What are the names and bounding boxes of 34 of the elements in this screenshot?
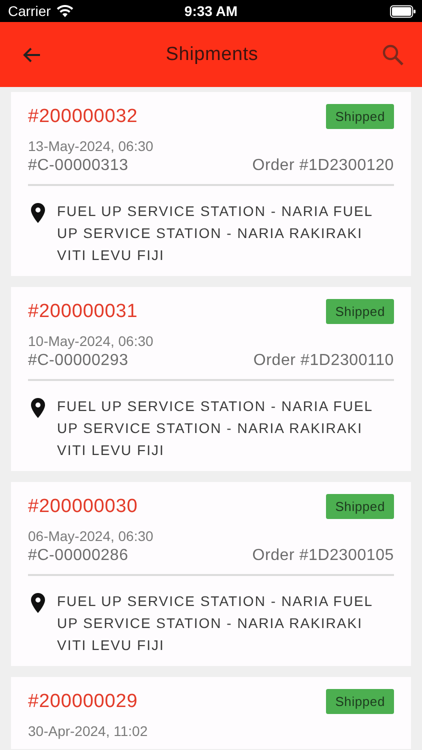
shipment-card[interactable]: #200000030 Shipped 06-May-2024, 06:30 #C-00000286 Order #1D2300105 FUEL UP SERVICE STATION - NARIA FUEL UP SERVICE STATION - NARIA RAKIRAKI VITI LEVU FIJI [11, 482, 411, 666]
status-time: 9:33 AM [183, 3, 239, 19]
shipment-card[interactable]: #200000032 Shipped 13-May-2024, 06:30 #C-00000313 Order #1D2300120 FUEL UP SERVICE STATION - NARIA FUEL UP SERVICE STATION - NARIA RAKIRAKI VITI LEVU FIJI [11, 92, 411, 276]
shipment-number: #200000029 [28, 690, 138, 712]
location-pin-icon [31, 203, 45, 223]
status-badge: Shipped [326, 299, 394, 324]
order-number: Order #1D2300105 [252, 547, 394, 565]
shipment-number: #200000030 [28, 496, 138, 518]
customer-code: #C-00000313 [28, 157, 128, 175]
order-number: Order #1D2300120 [252, 157, 394, 175]
status-badge: Shipped [326, 494, 394, 519]
battery-icon [390, 4, 416, 18]
search-icon[interactable] [382, 44, 404, 66]
customer-code: #C-00000293 [28, 352, 128, 370]
shipment-card[interactable]: #200000029 Shipped 30-Apr-2024, 11:02 [11, 677, 411, 749]
shipment-date: 30-Apr-2024, 11:02 [28, 723, 149, 739]
customer-code: #C-00000286 [28, 547, 128, 565]
location-pin-icon [31, 593, 45, 613]
order-number: Order #1D2300110 [253, 352, 394, 370]
shipment-number: #200000031 [28, 300, 138, 322]
shipment-date: 10-May-2024, 06:30 [28, 333, 154, 349]
shipment-date: 06-May-2024, 06:30 [28, 528, 154, 544]
status-badge: Shipped [326, 689, 394, 714]
wifi-icon [56, 4, 74, 18]
carrier-name: Carrier [8, 3, 51, 19]
delivery-address: FUEL UP SERVICE STATION - NARIA FUEL UP SERVICE STATION - NARIA RAKIRAKI VITI LEVU FIJI [57, 592, 374, 655]
delivery-address: FUEL UP SERVICE STATION - NARIA FUEL UP SERVICE STATION - NARIA RAKIRAKI VITI LEVU FIJI [57, 397, 374, 460]
shipment-date: 13-May-2024, 06:30 [28, 138, 154, 154]
shipment-number: #200000032 [28, 106, 138, 128]
delivery-address: FUEL UP SERVICE STATION - NARIA FUEL UP SERVICE STATION - NARIA RAKIRAKI VITI LEVU FIJI [57, 202, 374, 265]
shipment-card[interactable]: #200000031 Shipped 10-May-2024, 06:30 #C-00000293 Order #1D2300110 FUEL UP SERVICE STATION - NARIA FUEL UP SERVICE STATION - NARIA RAKIRAKI VITI LEVU FIJI [11, 287, 411, 471]
location-pin-icon [31, 398, 45, 418]
status-badge: Shipped [326, 104, 394, 129]
screen-title: Shipments [164, 44, 260, 66]
